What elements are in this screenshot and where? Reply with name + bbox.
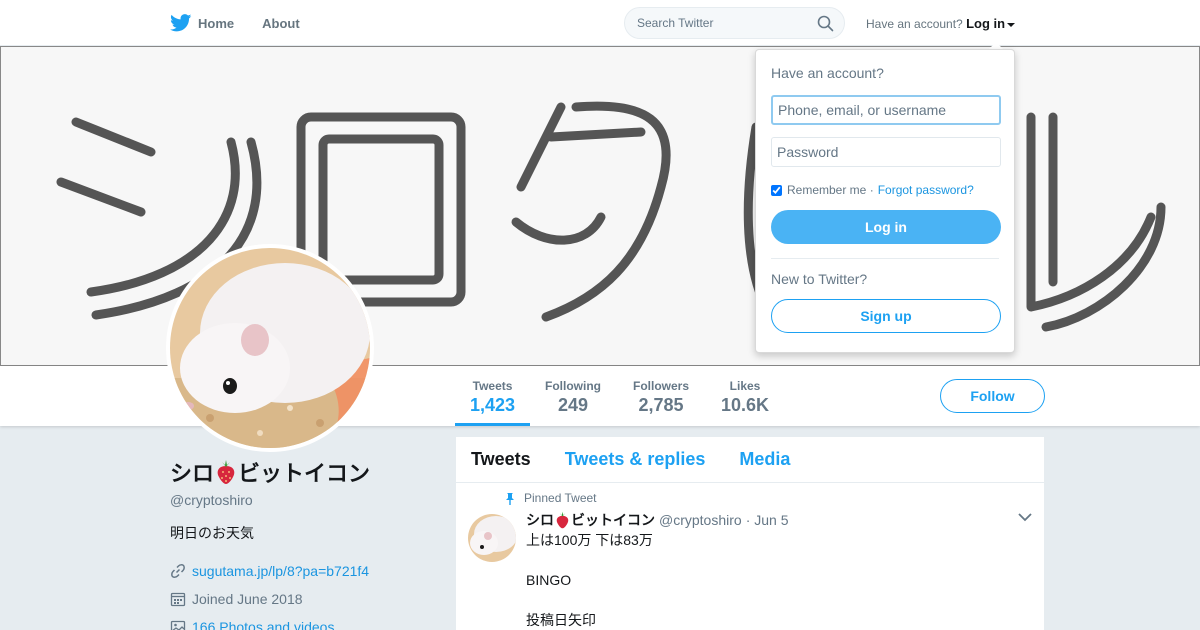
tab-tweets[interactable]: Tweets xyxy=(471,449,531,470)
image-icon xyxy=(170,620,186,630)
link-icon xyxy=(171,564,185,578)
stat-label: Followers xyxy=(633,379,690,393)
login-dropdown: Have an account? Remember me · Forgot pa… xyxy=(755,49,1015,353)
login-button[interactable]: Log in xyxy=(771,210,1001,244)
dropdown-title: Have an account? xyxy=(771,65,884,81)
new-to-twitter-label: New to Twitter? xyxy=(771,271,868,287)
profile-website-link[interactable]: sugutama.jp/lp/8?pa=b721f4 xyxy=(192,563,369,579)
stat-likes[interactable]: Likes 10.6K xyxy=(721,379,769,416)
forgot-password-link[interactable]: Forgot password? xyxy=(878,183,974,197)
tweet-line: BINGO xyxy=(526,572,572,588)
tweet-name-suffix: ビットイコン xyxy=(571,512,655,528)
remember-me-checkbox[interactable] xyxy=(771,184,782,196)
nav-left: Home About xyxy=(170,0,328,46)
stat-value: 10.6K xyxy=(721,395,770,415)
search-icon[interactable] xyxy=(817,15,834,32)
stat-value: 2,785 xyxy=(638,395,684,415)
profile-joined-row: Joined June 2018 xyxy=(170,591,440,607)
timeline-tabs: Tweets Tweets & replies Media xyxy=(456,437,1044,483)
calendar-icon xyxy=(170,592,186,607)
pin-icon xyxy=(506,492,514,505)
stat-value: 1,423 xyxy=(470,395,516,415)
nav-home[interactable]: Home xyxy=(170,14,234,32)
stat-label: Following xyxy=(545,379,601,393)
remember-row: Remember me · Forgot password? xyxy=(771,183,999,197)
login-link-label: Log in xyxy=(966,16,1006,31)
strawberry-icon xyxy=(556,511,569,529)
nav-about[interactable]: About xyxy=(262,16,300,31)
account-prompt: Have an account? Log in xyxy=(866,16,1016,31)
strawberry-icon xyxy=(217,460,235,484)
profile-joined-date: Joined June 2018 xyxy=(192,591,303,607)
nav-about-label: About xyxy=(262,15,300,31)
chevron-down-icon[interactable] xyxy=(1018,513,1032,522)
display-name-prefix: シロ xyxy=(170,461,215,486)
stat-label: Likes xyxy=(729,379,761,393)
nav-home-label: Home xyxy=(198,15,235,31)
password-field[interactable] xyxy=(771,137,1001,167)
follow-button[interactable]: Follow xyxy=(940,379,1045,413)
profile-media-link[interactable]: 166 Photos and videos xyxy=(192,619,334,630)
divider xyxy=(771,258,999,259)
tweet-author-name[interactable]: シロ ビットイコン xyxy=(526,510,655,530)
tweet-line: 上は100万 下は83万 xyxy=(526,532,653,548)
tweet-line: 投稿日矢印 xyxy=(526,612,596,628)
avatar-image xyxy=(170,248,370,448)
tab-tweets-replies[interactable]: Tweets & replies xyxy=(565,449,706,470)
tweet-date[interactable]: · Jun 5 xyxy=(746,512,789,528)
username-field[interactable] xyxy=(771,95,1001,125)
search-input[interactable]: Search Twitter xyxy=(624,7,845,39)
timeline: Tweets Tweets & replies Media Pinned Twe… xyxy=(456,437,1044,630)
stat-label: Tweets xyxy=(472,379,513,393)
pinned-tweet[interactable]: Pinned Tweet シロ ビットイコン @cryptoshiro · Ju… xyxy=(456,483,1044,630)
remember-me-label[interactable]: Remember me xyxy=(787,183,866,197)
stat-value: 249 xyxy=(557,395,589,415)
twitter-bird-icon xyxy=(170,14,192,32)
tab-media[interactable]: Media xyxy=(739,449,790,470)
tweet-name-prefix: シロ xyxy=(526,512,554,528)
signup-button[interactable]: Sign up xyxy=(771,299,1001,333)
tweet-text: 上は100万 下は83万 BINGO 投稿日矢印 xyxy=(526,530,1044,630)
top-nav: Home About Search Twitter Have an accoun… xyxy=(0,0,1200,46)
stat-tweets[interactable]: Tweets 1,423 xyxy=(470,379,515,416)
tweet-author-handle[interactable]: @cryptoshiro xyxy=(659,512,742,528)
pinned-label-row: Pinned Tweet xyxy=(504,491,1044,505)
separator-dot: · xyxy=(866,183,874,197)
account-prompt-text: Have an account? xyxy=(866,17,963,31)
stat-followers[interactable]: Followers 2,785 xyxy=(633,379,689,416)
profile-card: シロ ビットイコン @cryptoshiro 明日のお天気 sugutama.j… xyxy=(170,456,440,630)
active-tab-indicator xyxy=(455,423,530,426)
profile-bio: 明日のお天気 xyxy=(170,525,254,541)
profile-media-row: 166 Photos and videos xyxy=(170,619,440,630)
caret-down-icon xyxy=(1007,22,1016,27)
tweet-avatar[interactable] xyxy=(468,514,516,562)
login-dropdown-toggle[interactable]: Log in xyxy=(966,16,1016,31)
profile-display-name[interactable]: シロ ビットイコン xyxy=(170,456,440,488)
search-placeholder: Search Twitter xyxy=(637,16,714,30)
profile-avatar[interactable] xyxy=(166,244,374,452)
tweet-header: シロ ビットイコン @cryptoshiro · Jun 5 xyxy=(526,510,1044,530)
pinned-label: Pinned Tweet xyxy=(524,491,597,505)
profile-website-row: sugutama.jp/lp/8?pa=b721f4 xyxy=(170,563,440,579)
profile-handle[interactable]: @cryptoshiro xyxy=(170,492,440,508)
stat-following[interactable]: Following 249 xyxy=(545,379,601,416)
display-name-suffix: ビットイコン xyxy=(238,461,371,486)
